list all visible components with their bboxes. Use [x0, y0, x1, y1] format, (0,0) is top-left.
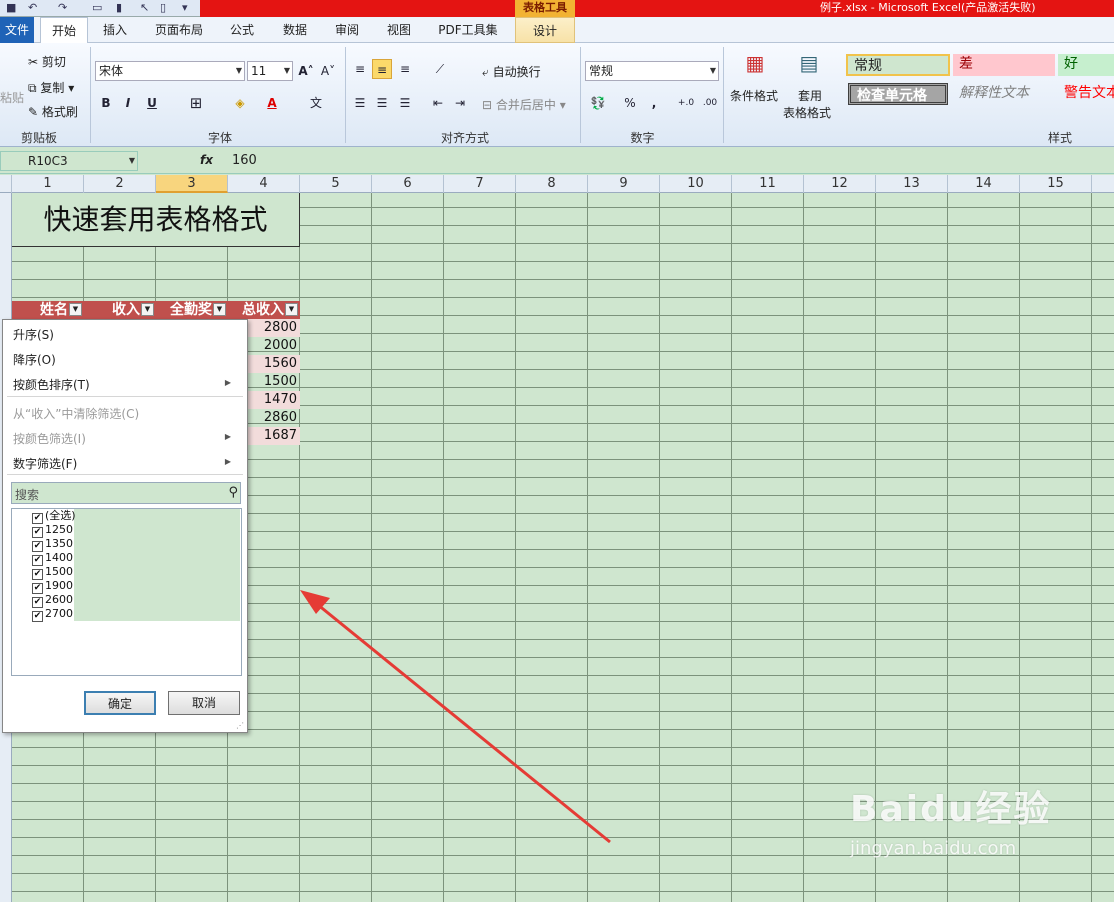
- baidu-watermark: Baidu经验 jingyan.baidu.com: [850, 780, 1110, 890]
- watermark-url: jingyan.baidu.com: [850, 838, 1017, 859]
- arrow-shaft: [311, 598, 611, 844]
- annotation-arrow: [300, 590, 611, 844]
- watermark-logo-text: Baidu经验: [850, 789, 1052, 830]
